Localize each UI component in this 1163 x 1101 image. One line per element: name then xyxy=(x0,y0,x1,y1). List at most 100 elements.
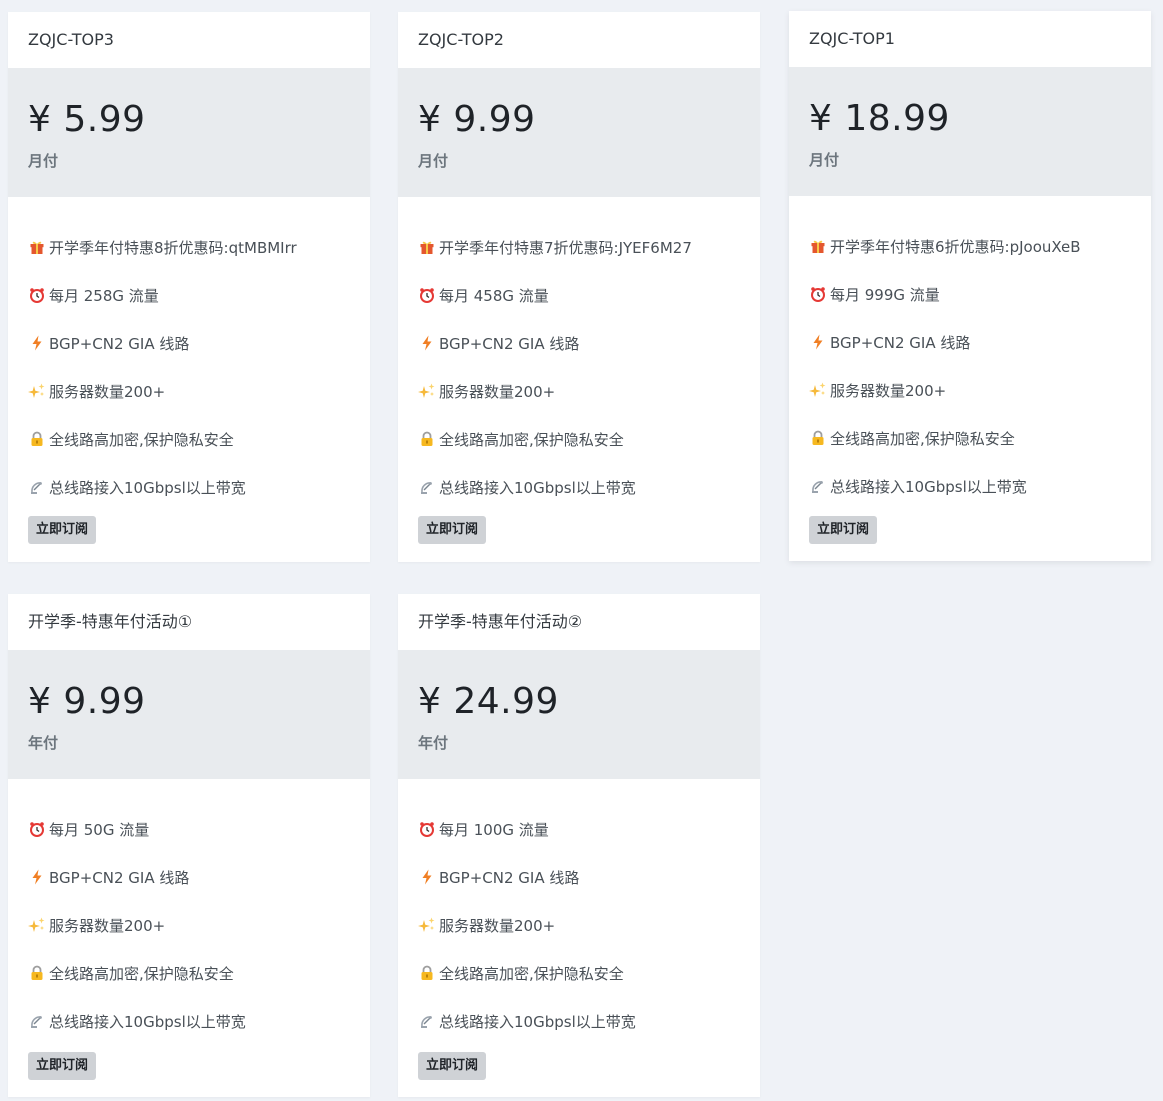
feature-item: BGP+CN2 GIA 线路 xyxy=(28,853,370,901)
lock-icon xyxy=(28,430,46,448)
feature-item: 全线路高加密,保护隐私安全 xyxy=(809,414,1151,462)
plan-period: 月付 xyxy=(28,152,59,170)
plan-price: ¥ 9.99 xyxy=(28,681,146,722)
feature-item: 全线路高加密,保护隐私安全 xyxy=(28,415,370,463)
plan-period: 年付 xyxy=(418,734,449,752)
sparkles-icon xyxy=(28,916,46,934)
gift-icon xyxy=(28,238,46,256)
feature-item: BGP+CN2 GIA 线路 xyxy=(418,853,760,901)
feature-text: 开学季年付特惠8折优惠码:qtMBMIrr xyxy=(49,238,297,257)
feature-item: 每月 100G 流量 xyxy=(418,805,760,853)
plan-price: ¥ 5.99 xyxy=(28,99,146,140)
plan-card-annual-2: 开学季-特惠年付活动② ¥ 24.99 年付 每月 100G 流量 BGP+CN… xyxy=(398,594,760,1097)
feature-text: 每月 999G 流量 xyxy=(830,285,940,304)
plan-price: ¥ 18.99 xyxy=(809,98,950,139)
sparkles-icon xyxy=(809,381,827,399)
feature-text: 全线路高加密,保护隐私安全 xyxy=(830,429,1015,448)
feature-text: 总线路接入10Gbpsl以上带宽 xyxy=(439,1012,636,1031)
feature-text: 服务器数量200+ xyxy=(49,916,166,935)
lock-icon xyxy=(418,964,436,982)
feature-text: 总线路接入10Gbpsl以上带宽 xyxy=(439,478,636,497)
feature-list: 开学季年付特惠8折优惠码:qtMBMIrr 每月 258G 流量 BGP+CN2… xyxy=(8,197,370,511)
feature-list: 开学季年付特惠7折优惠码:JYEF6M27 每月 458G 流量 BGP+CN2… xyxy=(398,197,760,511)
feature-text: 开学季年付特惠7折优惠码:JYEF6M27 xyxy=(439,238,692,257)
plan-title: ZQJC-TOP1 xyxy=(809,29,895,48)
sparkles-icon xyxy=(418,382,436,400)
price-block: ¥ 18.99 月付 xyxy=(789,67,1151,196)
feature-text: BGP+CN2 GIA 线路 xyxy=(439,334,580,353)
plan-period: 月付 xyxy=(418,152,449,170)
feature-text: 每月 50G 流量 xyxy=(49,820,150,839)
feature-text: 服务器数量200+ xyxy=(439,382,556,401)
plan-card-top1: ZQJC-TOP1 ¥ 18.99 月付 开学季年付特惠6折优惠码:pJoouX… xyxy=(789,11,1151,561)
feature-item: 总线路接入10Gbpsl以上带宽 xyxy=(418,463,760,511)
alarm-clock-icon xyxy=(28,286,46,304)
gift-icon xyxy=(418,238,436,256)
subscribe-button[interactable]: 立即订阅 xyxy=(28,1052,97,1080)
lock-icon xyxy=(418,430,436,448)
plan-title: ZQJC-TOP2 xyxy=(418,30,504,49)
feature-item: BGP+CN2 GIA 线路 xyxy=(809,318,1151,366)
lightning-icon xyxy=(28,334,46,352)
lock-icon xyxy=(28,964,46,982)
feature-text: 总线路接入10Gbpsl以上带宽 xyxy=(49,478,246,497)
subscribe-button[interactable]: 立即订阅 xyxy=(418,516,487,544)
feature-item: 总线路接入10Gbpsl以上带宽 xyxy=(809,462,1151,510)
price-block: ¥ 5.99 月付 xyxy=(8,68,370,197)
satellite-icon xyxy=(28,1012,46,1030)
feature-list: 每月 100G 流量 BGP+CN2 GIA 线路 服务器数量200+ 全线路高… xyxy=(398,779,760,1045)
feature-text: 每月 100G 流量 xyxy=(439,820,549,839)
lightning-icon xyxy=(418,868,436,886)
feature-item: 全线路高加密,保护隐私安全 xyxy=(418,415,760,463)
feature-text: BGP+CN2 GIA 线路 xyxy=(439,868,580,887)
feature-item: 开学季年付特惠6折优惠码:pJoouXeB xyxy=(809,222,1151,270)
feature-item: BGP+CN2 GIA 线路 xyxy=(418,319,760,367)
feature-text: BGP+CN2 GIA 线路 xyxy=(49,334,190,353)
alarm-clock-icon xyxy=(418,820,436,838)
satellite-icon xyxy=(418,478,436,496)
feature-item: 服务器数量200+ xyxy=(28,901,370,949)
feature-list: 开学季年付特惠6折优惠码:pJoouXeB 每月 999G 流量 BGP+CN2… xyxy=(789,196,1151,510)
feature-text: 服务器数量200+ xyxy=(439,916,556,935)
alarm-clock-icon xyxy=(28,820,46,838)
subscribe-button[interactable]: 立即订阅 xyxy=(418,1052,487,1080)
feature-list: 每月 50G 流量 BGP+CN2 GIA 线路 服务器数量200+ 全线路高加… xyxy=(8,779,370,1045)
feature-text: 服务器数量200+ xyxy=(830,381,947,400)
subscribe-button[interactable]: 立即订阅 xyxy=(28,516,97,544)
plan-title: ZQJC-TOP3 xyxy=(28,30,114,49)
subscribe-button[interactable]: 立即订阅 xyxy=(809,516,878,544)
plan-price: ¥ 9.99 xyxy=(418,99,536,140)
feature-item: 开学季年付特惠8折优惠码:qtMBMIrr xyxy=(28,223,370,271)
sparkles-icon xyxy=(28,382,46,400)
gift-icon xyxy=(809,237,827,255)
feature-item: 服务器数量200+ xyxy=(418,901,760,949)
lightning-icon xyxy=(28,868,46,886)
feature-item: 每月 50G 流量 xyxy=(28,805,370,853)
alarm-clock-icon xyxy=(418,286,436,304)
feature-text: 全线路高加密,保护隐私安全 xyxy=(49,964,234,983)
feature-text: 总线路接入10Gbpsl以上带宽 xyxy=(49,1012,246,1031)
feature-text: 开学季年付特惠6折优惠码:pJoouXeB xyxy=(830,237,1081,256)
plan-price: ¥ 24.99 xyxy=(418,681,559,722)
feature-text: 全线路高加密,保护隐私安全 xyxy=(439,430,624,449)
price-block: ¥ 24.99 年付 xyxy=(398,650,760,779)
feature-text: 全线路高加密,保护隐私安全 xyxy=(439,964,624,983)
feature-text: BGP+CN2 GIA 线路 xyxy=(49,868,190,887)
feature-text: 每月 258G 流量 xyxy=(49,286,159,305)
plan-title: 开学季-特惠年付活动② xyxy=(418,612,583,631)
feature-text: 每月 458G 流量 xyxy=(439,286,549,305)
lock-icon xyxy=(809,429,827,447)
feature-item: 全线路高加密,保护隐私安全 xyxy=(28,949,370,997)
feature-item: 每月 999G 流量 xyxy=(809,270,1151,318)
feature-item: 服务器数量200+ xyxy=(418,367,760,415)
feature-item: 每月 258G 流量 xyxy=(28,271,370,319)
lightning-icon xyxy=(809,333,827,351)
feature-item: 服务器数量200+ xyxy=(809,366,1151,414)
sparkles-icon xyxy=(418,916,436,934)
feature-item: 总线路接入10Gbpsl以上带宽 xyxy=(28,997,370,1045)
feature-item: BGP+CN2 GIA 线路 xyxy=(28,319,370,367)
price-block: ¥ 9.99 年付 xyxy=(8,650,370,779)
feature-item: 开学季年付特惠7折优惠码:JYEF6M27 xyxy=(418,223,760,271)
alarm-clock-icon xyxy=(809,285,827,303)
plan-card-top3: ZQJC-TOP3 ¥ 5.99 月付 开学季年付特惠8折优惠码:qtMBMIr… xyxy=(8,12,370,562)
